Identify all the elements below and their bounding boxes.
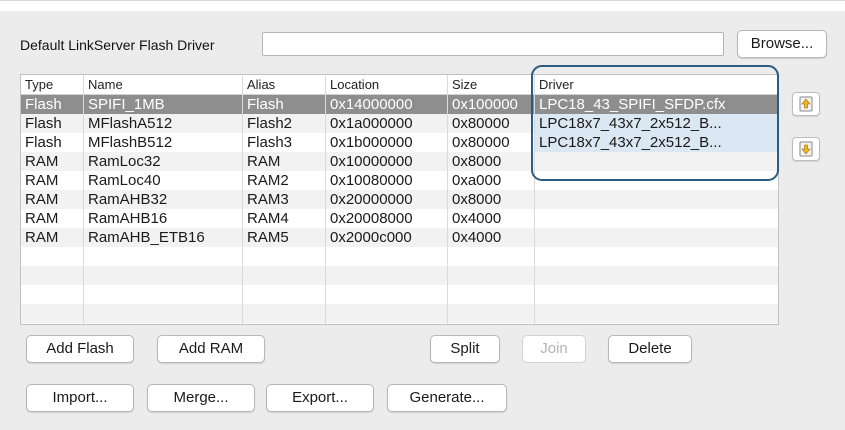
top-strip: [0, 1, 845, 11]
cell-location: 0x1b000000: [330, 134, 413, 151]
cell-type: RAM: [25, 191, 59, 208]
add-flash-button[interactable]: Add Flash: [26, 335, 134, 363]
cell-location: 0x20008000: [330, 210, 413, 227]
cell-size: 0x80000: [452, 134, 510, 151]
cell-type: RAM: [25, 229, 59, 246]
cell-location: 0x1a000000: [330, 115, 413, 132]
table-row[interactable]: Flash MFlashB512 Flash3 0x1b000000 0x80000 LP…: [21, 133, 778, 152]
cell-size: 0x8000: [452, 153, 502, 170]
cell-name: RamAHB32: [88, 191, 168, 208]
cell-name: MFlashB512: [88, 134, 173, 151]
table-row[interactable]: [21, 304, 778, 323]
cell-type: RAM: [25, 210, 59, 227]
cell-name: RamLoc32: [88, 153, 161, 170]
default-flash-driver-label: Default LinkServer Flash Driver: [20, 37, 215, 53]
cell-alias: Flash3: [247, 134, 293, 151]
move-up-icon: [799, 96, 813, 112]
cell-driver: LPC18_43_SPIFI_SFDP.cfx: [539, 96, 726, 113]
table-row[interactable]: RAM RamAHB32 RAM3 0x20000000 0x8000: [21, 190, 778, 209]
default-flash-driver-input[interactable]: [262, 32, 724, 56]
move-down-button[interactable]: [792, 137, 820, 161]
table-row[interactable]: RAM RamLoc32 RAM 0x10000000 0x8000: [21, 152, 778, 171]
table-row[interactable]: Flash MFlashA512 Flash2 0x1a000000 0x80000 LP…: [21, 114, 778, 133]
cell-size: 0xa000: [452, 172, 502, 189]
memory-configuration-panel: Default LinkServer Flash Driver Browse..…: [0, 0, 845, 430]
cell-alias: RAM5: [247, 229, 289, 246]
table-row[interactable]: Flash SPIFI_1MB Flash 0x14000000 0x100000 LPC…: [21, 95, 778, 114]
table-row[interactable]: [21, 247, 778, 266]
table-row[interactable]: [21, 285, 778, 304]
cell-alias: RAM: [247, 153, 281, 170]
generate-button[interactable]: Generate...: [387, 384, 507, 412]
table-row[interactable]: RAM RamAHB16 RAM4 0x20008000 0x4000: [21, 209, 778, 228]
cell-location: 0x10080000: [330, 172, 413, 189]
cell-size: 0x80000: [452, 115, 510, 132]
cell-alias: RAM2: [247, 172, 289, 189]
cell-location: 0x14000000: [330, 96, 413, 113]
cell-size: 0x4000: [452, 210, 502, 227]
cell-alias: RAM4: [247, 210, 289, 227]
table-row[interactable]: RAM RamLoc40 RAM2 0x10080000 0xa000: [21, 171, 778, 190]
cell-alias: Flash: [247, 96, 284, 113]
cell-name: SPIFI_1MB: [88, 96, 165, 113]
column-header-alias[interactable]: Alias: [247, 77, 275, 92]
join-button[interactable]: Join: [522, 335, 586, 363]
add-ram-button[interactable]: Add RAM: [157, 335, 265, 363]
merge-button[interactable]: Merge...: [147, 384, 255, 412]
column-header-type[interactable]: Type: [25, 77, 53, 92]
cell-type: RAM: [25, 153, 59, 170]
table-row[interactable]: RAM RamAHB_ETB16 RAM5 0x2000c000 0x4000: [21, 228, 778, 247]
split-button[interactable]: Split: [430, 335, 500, 363]
table-header: Type Name Alias Location Size Driver: [21, 75, 778, 95]
import-button[interactable]: Import...: [26, 384, 134, 412]
move-down-icon: [799, 141, 813, 157]
export-button[interactable]: Export...: [266, 384, 374, 412]
cell-name: MFlashA512: [88, 115, 173, 132]
cell-location: 0x2000c000: [330, 229, 412, 246]
column-header-size[interactable]: Size: [452, 77, 477, 92]
cell-alias: Flash2: [247, 115, 293, 132]
cell-size: 0x100000: [452, 96, 518, 113]
table-row[interactable]: [21, 266, 778, 285]
column-header-driver[interactable]: Driver: [539, 77, 574, 92]
cell-size: 0x8000: [452, 191, 502, 208]
cell-name: RamAHB_ETB16: [88, 229, 205, 246]
cell-driver: LPC18x7_43x7_2x512_B...: [539, 115, 722, 132]
cell-name: RamAHB16: [88, 210, 168, 227]
browse-button[interactable]: Browse...: [737, 30, 827, 58]
move-up-button[interactable]: [792, 92, 820, 116]
column-header-name[interactable]: Name: [88, 77, 123, 92]
cell-location: 0x10000000: [330, 153, 413, 170]
cell-name: RamLoc40: [88, 172, 161, 189]
cell-location: 0x20000000: [330, 191, 413, 208]
column-header-location[interactable]: Location: [330, 77, 379, 92]
cell-type: Flash: [25, 115, 62, 132]
cell-size: 0x4000: [452, 229, 502, 246]
memory-table: Type Name Alias Location Size Driver Fla…: [20, 74, 779, 325]
delete-button[interactable]: Delete: [608, 335, 692, 363]
cell-type: Flash: [25, 96, 62, 113]
cell-type: RAM: [25, 172, 59, 189]
cell-driver: LPC18x7_43x7_2x512_B...: [539, 134, 722, 151]
cell-type: Flash: [25, 134, 62, 151]
cell-alias: RAM3: [247, 191, 289, 208]
